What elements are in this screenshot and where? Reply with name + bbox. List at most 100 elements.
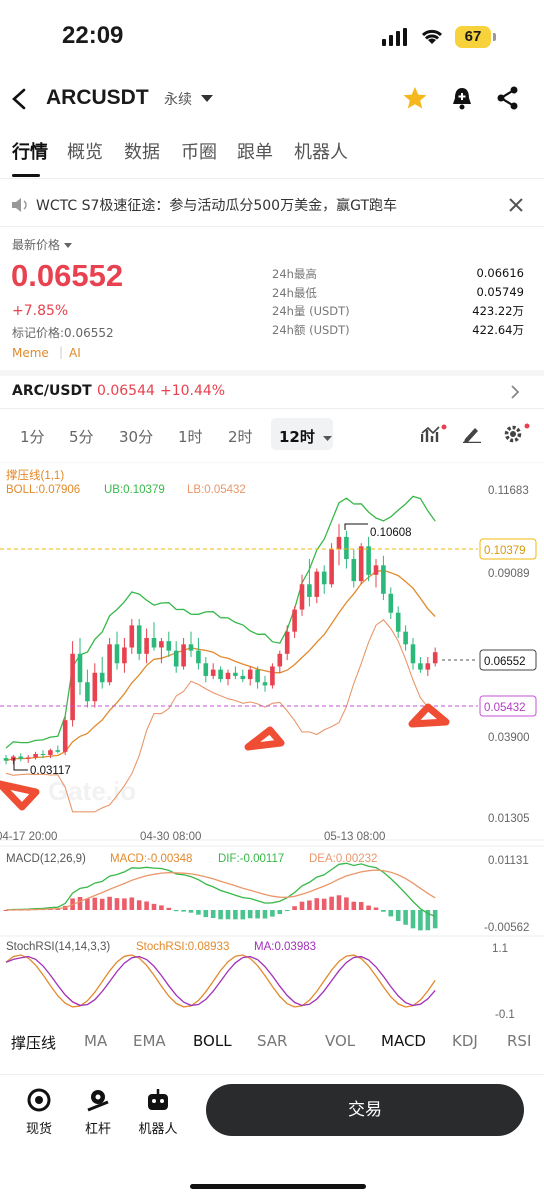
caret-down-icon bbox=[63, 243, 72, 248]
candle-body bbox=[122, 647, 127, 664]
ub-label: UB:0.10379 bbox=[104, 484, 165, 496]
home-indicator bbox=[190, 1184, 366, 1189]
interval-1h[interactable]: 1时 bbox=[178, 426, 203, 447]
price-alert-icon[interactable] bbox=[450, 86, 474, 112]
stat-value: 0.05749 bbox=[476, 284, 524, 299]
indicator-tab-boll[interactable]: BOLL bbox=[193, 1032, 232, 1050]
macd-histogram-bar bbox=[344, 897, 349, 910]
stat-label: 24h额 (USDT) bbox=[272, 322, 350, 337]
macd-histogram-bar bbox=[151, 903, 157, 910]
spot-pair-change: +10.44% bbox=[160, 383, 226, 399]
tab-bot[interactable]: 机器人 bbox=[294, 138, 348, 164]
indicator-tab-macd[interactable]: MACD bbox=[381, 1032, 426, 1050]
tag-ai[interactable]: AI bbox=[69, 346, 81, 360]
tab-active-underline bbox=[12, 174, 40, 177]
indicator-tab-rsi[interactable]: RSI bbox=[507, 1032, 531, 1050]
trade-button[interactable]: 交易 bbox=[206, 1084, 524, 1136]
candle-body bbox=[3, 758, 9, 761]
nav-bot[interactable]: 机器人 bbox=[133, 1088, 183, 1137]
tab-market[interactable]: 行情 bbox=[12, 138, 48, 164]
triangle-marker bbox=[408, 703, 450, 728]
price-label[interactable]: 最新价格 bbox=[12, 236, 72, 253]
indicator-tab-kdj[interactable]: KDJ bbox=[452, 1032, 478, 1050]
interval-5m[interactable]: 5分 bbox=[69, 426, 94, 447]
macd-histogram-bar bbox=[270, 910, 275, 917]
y-tick: 0.09089 bbox=[488, 568, 530, 580]
chevron-right-icon[interactable] bbox=[510, 385, 520, 399]
nav-spot[interactable]: 现货 bbox=[14, 1088, 64, 1137]
settings-gear-icon[interactable] bbox=[503, 423, 531, 443]
section-divider bbox=[0, 370, 544, 376]
candle-body bbox=[240, 675, 246, 680]
indicator-tab-sar[interactable]: SAR bbox=[257, 1032, 287, 1050]
draw-tool-icon[interactable] bbox=[462, 425, 482, 443]
last-price-tag-text: 0.06552 bbox=[484, 656, 526, 668]
tag-meme[interactable]: Meme bbox=[12, 346, 49, 360]
share-icon[interactable] bbox=[496, 86, 520, 110]
candle-body bbox=[432, 652, 438, 664]
macd-histogram-bar bbox=[277, 910, 283, 915]
macd-histogram-bar bbox=[210, 910, 216, 919]
candle-body bbox=[85, 682, 90, 702]
indicator-tab-ma[interactable]: MA bbox=[84, 1032, 107, 1050]
macd-histogram-bar bbox=[188, 910, 194, 913]
candle-body bbox=[255, 669, 260, 683]
contract-type[interactable]: 永续 bbox=[164, 89, 192, 109]
price-label-text: 最新价格 bbox=[12, 238, 61, 252]
candlestick-chart[interactable]: Gate.io 0.10379 0.06552 0.05432 0.11683 … bbox=[0, 462, 544, 1022]
macd-histogram-bar bbox=[159, 905, 164, 910]
interval-1m[interactable]: 1分 bbox=[20, 426, 45, 447]
candle-body bbox=[151, 638, 157, 648]
indicator-tab-vol[interactable]: VOL bbox=[325, 1032, 355, 1050]
nav-leverage[interactable]: 杠杆 bbox=[73, 1088, 123, 1137]
indicator-tab-support[interactable]: 撑压线 bbox=[11, 1032, 56, 1053]
candle-body bbox=[299, 584, 305, 610]
candle-body bbox=[188, 644, 194, 651]
macd-histogram-bar bbox=[203, 910, 209, 918]
stat-value: 0.06616 bbox=[476, 266, 524, 280]
interval-30m[interactable]: 30分 bbox=[119, 426, 153, 447]
stat-turnover: 24h额 (USDT) 422.64万 bbox=[272, 322, 524, 341]
symbol-title[interactable]: ARCUSDT bbox=[46, 86, 149, 110]
macd-histogram-bar bbox=[85, 898, 90, 910]
macd-histogram-bar bbox=[381, 910, 386, 912]
notice-text[interactable]: WCTC S7极速征途：参与活动瓜分500万美金，赢GT跑车 bbox=[36, 195, 397, 215]
tab-community[interactable]: 币圈 bbox=[181, 138, 217, 164]
macd-histogram-bar bbox=[77, 896, 83, 910]
candle-body bbox=[292, 609, 297, 632]
macd-histogram-bar bbox=[166, 907, 172, 910]
macd-histogram-bar bbox=[395, 910, 401, 921]
indicator-chart-icon[interactable] bbox=[421, 424, 447, 444]
macd-histogram-bar bbox=[314, 898, 320, 910]
ticker-stats: 24h最高 0.06616 24h最低 0.05749 24h量 (USDT) 423… bbox=[272, 266, 524, 340]
macd-histogram-bar bbox=[240, 910, 246, 920]
rsi-y-tick: 1.1 bbox=[492, 943, 508, 955]
nav-spot-label: 现货 bbox=[25, 1122, 52, 1137]
candle-body bbox=[233, 672, 238, 676]
low-annotation: 0.03117 bbox=[30, 765, 71, 777]
indicator-tab-ema[interactable]: EMA bbox=[133, 1032, 166, 1050]
lb-price-tag-text: 0.05432 bbox=[484, 702, 526, 714]
star-icon[interactable] bbox=[402, 86, 428, 110]
candle-body bbox=[92, 672, 98, 702]
caret-down-icon[interactable] bbox=[201, 94, 213, 104]
macd-histogram-bar bbox=[432, 910, 438, 929]
spot-pair-label[interactable]: ARC/USDT bbox=[12, 383, 92, 399]
candle-body bbox=[18, 756, 24, 759]
macd-histogram-bar bbox=[247, 910, 253, 919]
candle-body bbox=[218, 669, 223, 680]
macd-histogram-bar bbox=[410, 910, 416, 929]
stochrsi-ma-line bbox=[5, 955, 436, 1007]
close-icon[interactable] bbox=[509, 198, 523, 212]
candle-body bbox=[225, 672, 231, 680]
tab-overview[interactable]: 概览 bbox=[67, 138, 103, 164]
macd-histogram-bar bbox=[329, 896, 334, 910]
stat-label: 24h最低 bbox=[272, 285, 317, 300]
back-icon[interactable] bbox=[10, 88, 30, 110]
tab-copy-trading[interactable]: 跟单 bbox=[237, 138, 273, 164]
interval-12h[interactable]: 12时 bbox=[271, 418, 333, 450]
high-annotation-leader bbox=[344, 523, 368, 530]
interval-2h[interactable]: 2时 bbox=[228, 426, 253, 447]
tab-data[interactable]: 数据 bbox=[124, 138, 160, 164]
candle-body bbox=[314, 571, 320, 597]
